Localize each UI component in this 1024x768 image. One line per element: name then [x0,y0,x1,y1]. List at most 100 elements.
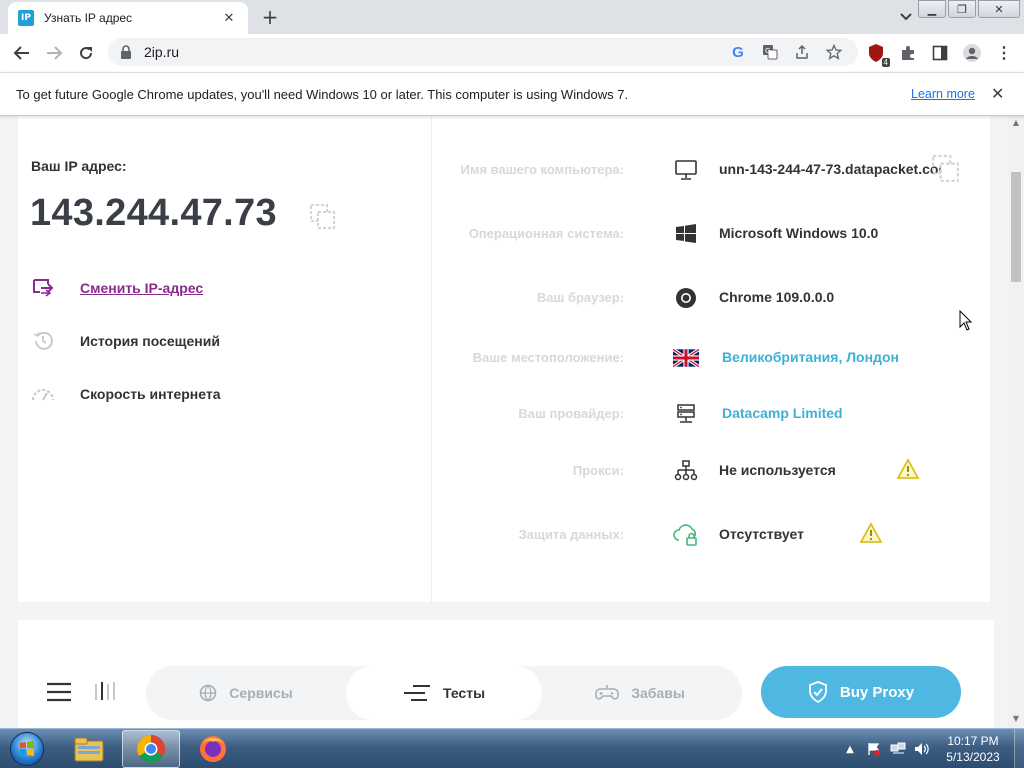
restore-button[interactable]: ❐ [948,0,976,18]
side-panel-icon[interactable] [928,41,952,65]
tab-services-label: Сервисы [229,685,293,701]
network-tray-icon[interactable] [890,741,906,757]
taskbar-clock[interactable]: 10:17 PM 5/13/2023 [936,733,1010,765]
gamepad-icon [595,684,620,702]
chrome-icon [672,285,700,311]
page-scrollbar[interactable]: ▲ ▼ [1008,116,1024,728]
speed-icon [30,381,56,407]
extensions-puzzle-icon[interactable] [896,41,920,65]
page-viewport: Ваш IP адрес: 143.244.47.73 Сменить IP-а… [0,116,1008,728]
copy-hostname-icon[interactable] [932,155,960,183]
row-label: Имя вашего компьютера: [460,162,624,177]
ip-address-value: 143.244.47.73 [30,192,277,234]
info-row-provider: Ваш провайдер: Datacamp Limited [440,399,980,429]
system-tray: ▲ [842,729,930,768]
monitor-icon [672,157,700,183]
svg-text:G: G [765,47,770,55]
info-row-proxy: Прокси: Не используется [440,456,980,486]
row-label: Операционная система: [468,226,624,241]
minimize-button[interactable]: ▁ [918,0,946,18]
share-icon[interactable] [792,42,812,62]
tab-close-icon[interactable]: ✕ [220,11,238,26]
history-menu-item[interactable]: История посещений [30,328,220,354]
infobar-message: To get future Google Chrome updates, you… [16,86,629,102]
globe-icon [199,684,217,702]
chrome-menu-icon[interactable]: ⋮ [992,41,1016,65]
provider-link[interactable]: Datacamp Limited [722,405,843,421]
bookmark-star-icon[interactable] [824,42,844,62]
speed-label: Скорость интернета [80,386,221,402]
tab-tests-label: Тесты [442,685,486,701]
windows-taskbar: ▲ 10:17 PM 5/13/2023 [0,728,1024,768]
show-hidden-icons-icon[interactable]: ▲ [842,741,858,757]
windows-icon [672,221,700,247]
row-label: Ваше местоположение: [472,350,624,365]
columns-icon[interactable] [94,680,116,702]
location-link[interactable]: Великобритания, Лондон [722,349,899,365]
copy-ip-icon[interactable] [310,204,336,230]
row-label: Ваш браузер: [536,290,624,305]
change-ip-link[interactable]: Сменить IP-адрес [80,280,203,296]
cloud-lock-icon [672,522,700,548]
tab-title: Узнать IP адрес [44,11,133,25]
tab-games-label: Забавы [631,685,685,701]
reload-icon [80,47,93,60]
bottom-navigation: Сервисы Тесты Забавы Buy Proxy [24,664,961,720]
clock-time: 10:17 PM [947,734,999,748]
info-row-location: Ваше местоположение: Великобритания, Лон… [440,343,980,373]
taskbar-chrome[interactable] [122,730,180,768]
google-icon[interactable]: G [728,42,748,62]
scroll-down-arrow-icon[interactable]: ▼ [1011,714,1021,724]
speed-menu-item[interactable]: Скорость интернета [30,381,221,407]
tab-games[interactable]: Забавы [542,666,738,720]
warning-icon [859,522,883,543]
volume-icon[interactable] [914,741,930,757]
buy-proxy-button[interactable]: Buy Proxy [761,666,961,718]
back-button[interactable] [6,37,38,69]
scroll-thumb[interactable] [1011,172,1021,282]
tab-search-chevron-icon[interactable] [896,8,916,26]
new-tab-button[interactable]: + [258,6,282,30]
computer-name-value: unn-143-244-47-73.datapacket.com [719,161,951,177]
windows-orb-icon [10,732,44,766]
profile-avatar-icon[interactable] [960,41,984,65]
address-bar[interactable]: 2ip.ru G G [108,38,858,66]
browser-toolbar: 2ip.ru G G 4 ⋮ [0,34,1024,72]
omnibox-actions: G G [728,42,844,62]
warning-icon [896,458,920,479]
browser-value: Chrome 109.0.0.0 [719,289,835,305]
scroll-up-arrow-icon[interactable]: ▲ [1011,118,1021,128]
change-ip-menu-item[interactable]: Сменить IP-адрес [30,275,203,301]
shield-extension-icon[interactable]: 4 [864,41,890,67]
translate-icon[interactable]: G [760,42,780,62]
info-row-browser: Ваш браузер: Chrome 109.0.0.0 [440,283,980,313]
hamburger-menu-icon[interactable] [46,682,72,702]
taskbar-explorer[interactable] [60,730,118,768]
extensions-area: 4 ⋮ [864,34,1016,72]
info-row-os: Операционная система: Microsoft Windows … [440,219,980,249]
show-desktop-button[interactable] [1014,729,1024,768]
tab-tests[interactable]: Тесты [346,666,542,720]
mouse-cursor-icon [959,310,973,331]
reload-button[interactable] [70,37,102,69]
url-text: 2ip.ru [144,44,180,60]
taskbar-firefox[interactable] [184,730,242,768]
infobar-close-icon[interactable]: ✕ [991,84,1004,103]
row-label: Прокси: [572,463,624,478]
change-ip-icon [30,275,56,301]
os-value: Microsoft Windows 10.0 [719,225,879,241]
window-close-button[interactable]: ✕ [978,0,1020,18]
tab-strip: IP Узнать IP адрес ✕ + ▁ ❐ ✕ [0,0,1024,34]
browser-tab[interactable]: IP Узнать IP адрес ✕ [8,2,248,34]
tab-services[interactable]: Сервисы [146,666,346,720]
window-controls: ▁ ❐ ✕ [916,0,1020,18]
action-center-flag-icon[interactable] [866,741,882,757]
section-switcher: Сервисы Тесты Забавы [146,666,742,720]
start-button[interactable] [2,730,52,768]
site-favicon-icon: IP [18,10,34,26]
learn-more-link[interactable]: Learn more [911,87,975,101]
extension-badge: 4 [881,58,890,67]
shield-check-icon [808,681,828,703]
forward-button[interactable] [38,37,70,69]
lock-icon[interactable] [120,45,132,59]
